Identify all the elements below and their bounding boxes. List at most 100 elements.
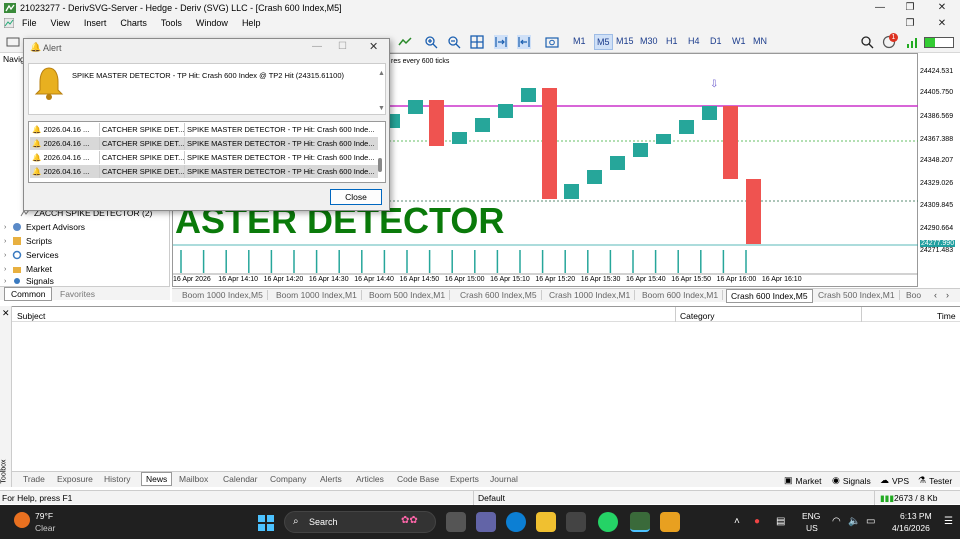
tab-journal[interactable]: Journal bbox=[490, 474, 518, 484]
column-subject[interactable]: Subject bbox=[17, 311, 45, 321]
timeframe-h1[interactable]: H1 bbox=[666, 36, 678, 46]
list-item[interactable]: 🔔 2026.04.16 ... CATCHER SPIKE DET... SP… bbox=[30, 137, 378, 150]
tab-articles[interactable]: Articles bbox=[356, 474, 384, 484]
chart-tab-crash1000-m1[interactable]: Crash 1000 Index,M1 bbox=[545, 290, 636, 300]
tab-scroll-left-icon[interactable]: ‹ bbox=[934, 290, 937, 300]
taskbar-search-box[interactable]: ⌕ Search ✿✿ bbox=[284, 511, 436, 533]
column-divider[interactable] bbox=[861, 307, 862, 322]
expand-arrow-icon[interactable]: › bbox=[4, 238, 12, 245]
menu-view[interactable]: View bbox=[45, 18, 78, 28]
tab-scroll-right-icon[interactable]: › bbox=[946, 290, 949, 300]
alert-history-list[interactable]: 🔔 2026.04.16 ... CATCHER SPIKE DET... SP… bbox=[28, 121, 386, 183]
battery-icon[interactable]: ▭ bbox=[866, 516, 875, 527]
tab-common[interactable]: Common bbox=[4, 287, 53, 301]
navigator-item-expert-advisors[interactable]: › Expert Advisors bbox=[4, 222, 85, 232]
market-link[interactable]: ▣ Market bbox=[784, 475, 822, 486]
show-hidden-icons-icon[interactable]: ˄ bbox=[734, 516, 740, 527]
screenshot-icon[interactable] bbox=[545, 35, 559, 49]
chart-tab-crash600-m5-a[interactable]: Crash 600 Index,M5 bbox=[456, 290, 542, 300]
signals-link[interactable]: ◉ Signals bbox=[832, 475, 871, 486]
menu-window[interactable]: Window bbox=[190, 18, 236, 28]
menu-help[interactable]: Help bbox=[236, 18, 269, 28]
wifi-icon[interactable]: ◠ bbox=[832, 516, 841, 527]
menu-tools[interactable]: Tools bbox=[155, 18, 190, 28]
navigator-item-signals[interactable]: › Signals bbox=[4, 277, 54, 285]
notification-center-icon[interactable]: ☰ bbox=[944, 516, 953, 527]
close-window-button[interactable]: ✕ bbox=[928, 0, 956, 15]
weather-temp[interactable]: 79°F bbox=[35, 511, 53, 521]
chart-tab-boom1000-m5[interactable]: Boom 1000 Index,M5 bbox=[178, 290, 268, 300]
alert-maximize-button[interactable]: ☐ bbox=[338, 41, 347, 52]
toolbox-close-icon[interactable]: ✕ bbox=[2, 308, 10, 319]
list-item[interactable]: 🔔 2026.04.16 ... CATCHER SPIKE DET... SP… bbox=[30, 123, 378, 136]
message-scroll-up-icon[interactable]: ▲ bbox=[378, 70, 385, 77]
tab-favorites[interactable]: Favorites bbox=[54, 288, 101, 300]
minimize-button[interactable]: — bbox=[866, 0, 894, 15]
autoscroll-icon[interactable] bbox=[494, 35, 508, 49]
expand-arrow-icon[interactable]: › bbox=[4, 266, 12, 273]
clock-time[interactable]: 6:13 PM bbox=[900, 511, 932, 521]
chart-tab-boom1000-m1[interactable]: Boom 1000 Index,M1 bbox=[272, 290, 362, 300]
chart-shift-icon[interactable] bbox=[517, 35, 531, 49]
menu-charts[interactable]: Charts bbox=[114, 18, 155, 28]
tab-alerts[interactable]: Alerts bbox=[320, 474, 342, 484]
column-time[interactable]: Time bbox=[937, 311, 956, 321]
alert-close-x-button[interactable]: ✕ bbox=[369, 40, 378, 53]
timeframe-h4[interactable]: H4 bbox=[688, 36, 700, 46]
list-item[interactable]: 🔔 2026.04.16 ... CATCHER SPIKE DET... SP… bbox=[30, 151, 378, 164]
restore-chart-button[interactable]: ❐ bbox=[896, 16, 924, 31]
alert-minimize-button[interactable]: — bbox=[312, 41, 322, 52]
list-scrollbar[interactable] bbox=[378, 158, 382, 172]
timeframe-mn[interactable]: MN bbox=[753, 36, 767, 46]
tab-trade[interactable]: Trade bbox=[23, 474, 45, 484]
task-view-icon[interactable] bbox=[446, 512, 466, 532]
teams-icon[interactable] bbox=[476, 512, 496, 532]
expand-arrow-icon[interactable]: › bbox=[4, 252, 12, 259]
chart-tab-boom-partial[interactable]: Boo bbox=[902, 290, 925, 300]
whatsapp-icon[interactable] bbox=[598, 512, 618, 532]
chart-tab-crash600-m5-active[interactable]: Crash 600 Index,M5 bbox=[726, 289, 813, 303]
zoom-in-icon[interactable] bbox=[424, 35, 438, 49]
chart-tab-boom500-m1[interactable]: Boom 500 Index,M1 bbox=[365, 290, 451, 300]
expand-arrow-icon[interactable]: › bbox=[4, 278, 12, 285]
tray-app-icon[interactable]: ● bbox=[754, 516, 760, 527]
language-indicator[interactable]: ENG bbox=[802, 511, 820, 521]
navigator-item-services[interactable]: › Services bbox=[4, 250, 59, 260]
message-scroll-down-icon[interactable]: ▼ bbox=[378, 105, 385, 112]
column-category[interactable]: Category bbox=[680, 311, 715, 321]
tester-link[interactable]: ⚗ Tester bbox=[918, 475, 952, 486]
menu-insert[interactable]: Insert bbox=[78, 18, 115, 28]
metatrader-taskbar-icon[interactable] bbox=[630, 512, 650, 532]
menu-file[interactable]: File bbox=[16, 18, 45, 28]
tab-company[interactable]: Company bbox=[270, 474, 306, 484]
line-chart-icon[interactable] bbox=[398, 35, 412, 49]
navigator-item-scripts[interactable]: › Scripts bbox=[4, 236, 52, 246]
timeframe-m1[interactable]: M1 bbox=[573, 36, 586, 46]
column-divider[interactable] bbox=[675, 307, 676, 322]
tray-app-icon-2[interactable]: ▤ bbox=[776, 516, 785, 527]
tab-history[interactable]: History bbox=[104, 474, 130, 484]
edge-icon[interactable] bbox=[506, 512, 526, 532]
app-icon[interactable] bbox=[660, 512, 680, 532]
alert-close-button[interactable]: Close bbox=[330, 189, 382, 205]
tile-windows-icon[interactable] bbox=[470, 35, 484, 49]
tab-news[interactable]: News bbox=[141, 472, 173, 486]
tab-exposure[interactable]: Exposure bbox=[57, 474, 93, 484]
tab-code-base[interactable]: Code Base bbox=[397, 474, 439, 484]
region-indicator[interactable]: US bbox=[806, 523, 818, 533]
close-chart-button[interactable]: ✕ bbox=[928, 16, 956, 31]
timeframe-m30[interactable]: M30 bbox=[640, 36, 658, 46]
zoom-out-icon[interactable] bbox=[447, 35, 461, 49]
list-item[interactable]: 🔔 2026.04.16 ... CATCHER SPIKE DET... SP… bbox=[30, 165, 378, 178]
volume-icon[interactable]: 🔈 bbox=[848, 516, 860, 527]
timeframe-m5[interactable]: M5 bbox=[594, 34, 613, 50]
timeframe-m15[interactable]: M15 bbox=[616, 36, 634, 46]
store-icon[interactable] bbox=[566, 512, 586, 532]
new-order-icon[interactable] bbox=[6, 35, 20, 49]
expand-arrow-icon[interactable]: › bbox=[4, 224, 12, 231]
timeframe-d1[interactable]: D1 bbox=[710, 36, 722, 46]
maximize-button[interactable]: ❐ bbox=[896, 0, 924, 15]
tab-mailbox[interactable]: Mailbox bbox=[179, 474, 208, 484]
tab-experts[interactable]: Experts bbox=[450, 474, 479, 484]
weather-desc[interactable]: Clear bbox=[35, 523, 55, 533]
